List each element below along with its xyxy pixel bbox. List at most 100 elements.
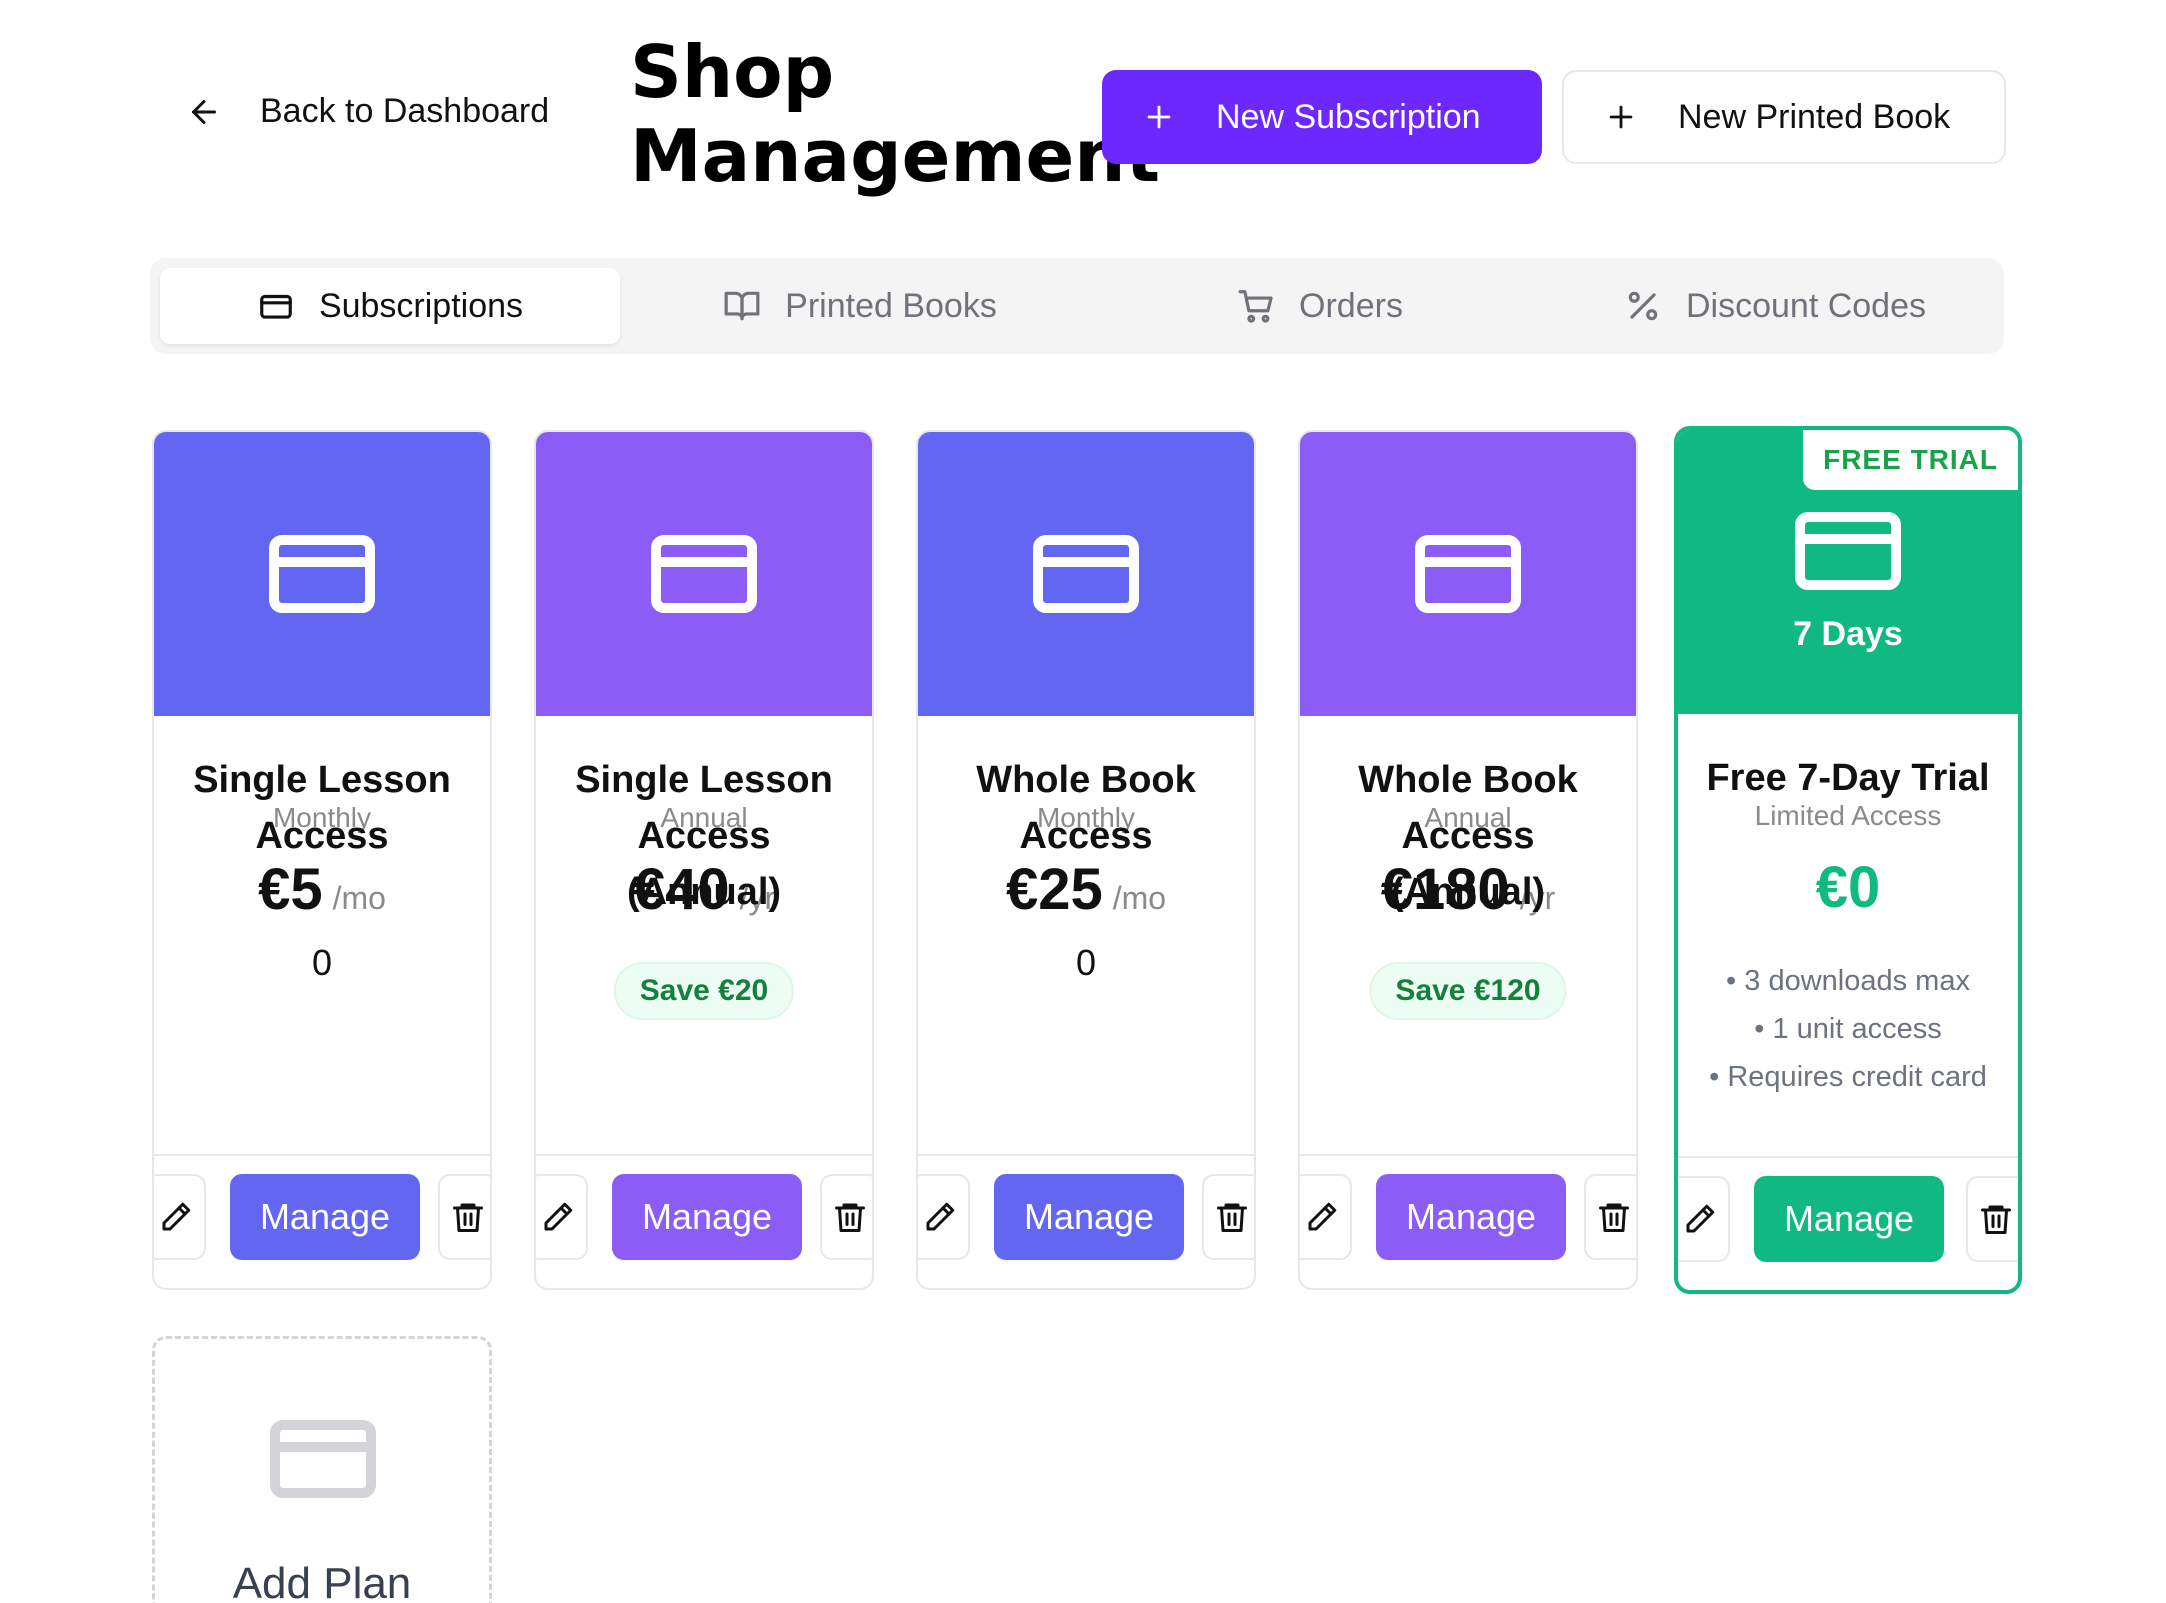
credit-card-icon [270,1420,376,1498]
plus-icon [1609,105,1633,129]
tab-orders[interactable]: Orders [1090,268,1550,344]
plan-price: €5 [258,857,323,922]
arrow-left-icon [192,99,216,124]
trial-duration: 7 Days [1793,614,1903,653]
plan-card: Monthly Whole Book Access €25 /mo 0 Mana… [916,430,1256,1290]
trash-icon [835,1203,865,1232]
delete-button[interactable] [1584,1174,1636,1260]
credit-card-icon [651,535,757,613]
manage-button[interactable]: Manage [612,1174,802,1260]
credit-card-icon [269,535,375,613]
savings-badge: Save €20 [613,962,795,1020]
edit-button[interactable] [536,1174,588,1260]
plan-card: Monthly Single Lesson Access €5 /mo 0 Ma… [152,430,492,1290]
price-row: €25 /mo [918,856,1254,923]
edit-button[interactable] [1678,1176,1730,1262]
plan-card-body: Annual Single Lesson Access (Annual) €40… [536,716,872,1158]
delete-button[interactable] [820,1174,872,1260]
pencil-icon [1686,1204,1715,1233]
edit-button[interactable] [1300,1174,1352,1260]
tab-bar: Subscriptions Printed Books Orders Disco… [150,258,2004,354]
subscriber-count: 0 [1075,942,1097,983]
plan-card-hero: FREE TRIAL 7 Days [1678,430,2018,714]
plan-card-body: Limited Access Free 7-Day Trial €0 • 3 d… [1678,714,2018,1156]
card-icon [260,294,292,319]
manage-button[interactable]: Manage [230,1174,420,1260]
plan-card-body: Annual Whole Book Access (Annual) €180 /… [1300,716,1636,1158]
pencil-icon [544,1202,573,1231]
pencil-icon [1308,1202,1337,1231]
feature-item: • 1 unit access [1754,1013,1942,1045]
tab-printed-books[interactable]: Printed Books [630,268,1090,344]
plan-price: €0 [1815,855,1881,920]
plan-card-hero [918,432,1254,716]
plan-card: Annual Single Lesson Access (Annual) €40… [534,430,874,1290]
plan-card-body: Monthly Single Lesson Access €5 /mo 0 [154,716,490,1158]
plan-name: Whole Book Access [976,759,1196,857]
edit-button[interactable] [154,1174,206,1260]
feature-list: • 3 downloads max • 1 unit access • Requ… [1698,962,1998,1106]
free-trial-badge: FREE TRIAL [1803,430,2018,490]
plan-period: /mo [332,880,386,916]
manage-button[interactable]: Manage [994,1174,1184,1260]
plan-name: Single Lesson Access [193,759,451,857]
savings-badge: Save €120 [1369,962,1567,1020]
manage-button[interactable]: Manage [1376,1174,1566,1260]
delete-button[interactable] [438,1174,490,1260]
page-title: Shop Management [630,30,1160,198]
add-plan-card[interactable]: Add Plan [152,1336,492,1603]
manage-button[interactable]: Manage [1754,1176,1944,1262]
tab-label: Orders [1299,286,1403,325]
plan-card-actions: Manage [536,1154,872,1288]
new-subscription-button[interactable]: New Subscription [1102,70,1542,164]
plan-period: /mo [1112,880,1167,916]
plan-card-hero [536,432,872,716]
delete-button[interactable] [1202,1174,1254,1260]
delete-button[interactable] [1966,1176,2018,1262]
plan-name: Free 7-Day Trial [1706,757,1990,799]
trash-icon [1981,1205,2011,1234]
plan-card-body: Monthly Whole Book Access €25 /mo 0 [918,716,1254,1158]
feature-item: • Requires credit card [1709,1061,1987,1093]
credit-card-icon [1795,511,1901,590]
subscriber-count: 0 [311,942,333,983]
price-row: €0 [1678,854,2018,921]
tab-label: Subscriptions [318,286,524,325]
plan-card-actions: Manage [1300,1154,1636,1288]
credit-card-icon [1033,535,1139,613]
feature-item: • 3 downloads max [1726,965,1970,997]
tab-label: Printed Books [785,286,997,325]
trash-icon [1599,1203,1629,1232]
plan-card-hero [154,432,490,716]
plan-card-hero [1300,432,1636,716]
plan-name: Whole Book Access (Annual) [1358,759,1578,913]
plan-price: €25 [1005,857,1103,922]
plan-card-actions: Manage [1678,1156,2018,1290]
back-to-dashboard-link[interactable]: Back to Dashboard [186,92,549,131]
plan-card-actions: Manage [918,1154,1254,1288]
plan-name: Single Lesson Access (Annual) [575,759,833,913]
percent-icon [1628,291,1658,321]
add-plan-label: Add Plan [232,1559,412,1603]
page-header: Back to Dashboard Shop Management New Su… [0,0,2166,200]
tab-discount-codes[interactable]: Discount Codes [1550,268,2000,344]
plan-card: Annual Whole Book Access (Annual) €180 /… [1298,430,1638,1290]
tab-subscriptions[interactable]: Subscriptions [160,268,620,344]
edit-button[interactable] [918,1174,970,1260]
pencil-icon [926,1202,955,1231]
new-printed-book-label: New Printed Book [1678,97,1951,136]
credit-card-icon [1415,535,1521,613]
cart-icon [1238,290,1273,323]
trash-icon [453,1203,483,1232]
price-row: €5 /mo [154,856,490,923]
plan-card-actions: Manage [154,1154,490,1288]
plan-card-trial: FREE TRIAL 7 Days Limited Access Free 7-… [1674,426,2022,1294]
trash-icon [1217,1203,1247,1232]
new-printed-book-button[interactable]: New Printed Book [1562,70,2006,164]
tab-label: Discount Codes [1685,286,1926,325]
new-subscription-label: New Subscription [1216,97,1481,136]
book-icon [724,291,760,321]
plus-icon [1147,105,1171,129]
pencil-icon [162,1202,191,1231]
back-label: Back to Dashboard [260,92,550,130]
